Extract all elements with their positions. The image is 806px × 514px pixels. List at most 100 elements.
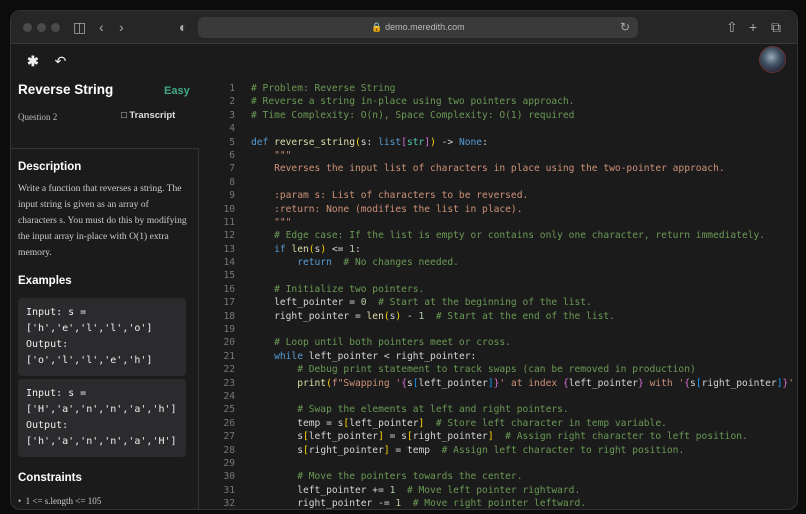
code-line[interactable]: 1# Problem: Reverse String: [211, 82, 798, 95]
url-text: demo.meredith.com: [385, 22, 465, 32]
sidebar-toggle-icon[interactable]: ◫: [73, 18, 86, 36]
code-token: left_pointer: [419, 377, 488, 390]
line-number: 15: [211, 269, 235, 282]
code-line[interactable]: 15: [211, 269, 798, 282]
code-token: ->: [436, 136, 459, 149]
line-number: 8: [211, 176, 235, 189]
maximize-window-button[interactable]: [51, 23, 60, 32]
new-tab-icon[interactable]: +: [749, 18, 757, 36]
code-token: <=: [326, 243, 349, 256]
code-token: left_pointer: [349, 417, 418, 430]
code-token: """: [251, 149, 291, 162]
code-line[interactable]: 17 left_pointer = 0 # Start at the begin…: [211, 296, 798, 309]
code-line[interactable]: 29: [211, 457, 798, 470]
code-token: :return: None (modifies the list in plac…: [251, 203, 522, 216]
code-token: # Store left character in temp variable.: [424, 417, 667, 430]
lock-icon: 🔒: [371, 22, 382, 32]
code-line[interactable]: 20 # Loop until both pointers meet or cr…: [211, 336, 798, 349]
code-line[interactable]: 28 s[right_pointer] = temp # Assign left…: [211, 444, 798, 457]
code-token: # Move the pointers towards the center.: [251, 470, 522, 483]
code-token: print: [251, 377, 326, 390]
code-token: left_pointer: [569, 377, 638, 390]
share-icon[interactable]: ⇧: [726, 18, 738, 36]
problem-panel: Reverse String Easy Question 2 □ Transcr…: [11, 44, 199, 510]
back-icon[interactable]: ‹: [99, 18, 104, 36]
transcript-label: Transcript: [129, 110, 175, 121]
code-line[interactable]: 25 # Swap the elements at left and right…: [211, 403, 798, 416]
tabs-overview-icon[interactable]: ⧉: [771, 18, 781, 36]
code-token: = temp: [390, 444, 430, 457]
code-line[interactable]: 30 # Move the pointers towards the cente…: [211, 470, 798, 483]
chat-bubble-icon: □: [121, 110, 127, 121]
line-number: 17: [211, 296, 235, 309]
line-number: 11: [211, 216, 235, 229]
code-token: right_pointer: [702, 377, 777, 390]
constraint-text: 1 <= s.length <= 105: [26, 496, 102, 506]
code-line[interactable]: 32 right_pointer -= 1 # Move right point…: [211, 497, 798, 510]
code-line[interactable]: 9 :param s: List of characters to be rev…: [211, 189, 798, 202]
code-line[interactable]: 19: [211, 323, 798, 336]
code-line[interactable]: 7 Reverses the input list of characters …: [211, 162, 798, 175]
code-token: left_pointer: [309, 430, 378, 443]
forward-icon[interactable]: ›: [119, 18, 124, 36]
code-line[interactable]: 13 if len(s) <= 1:: [211, 243, 798, 256]
line-number: 29: [211, 457, 235, 470]
code-token: f"Swapping ': [332, 377, 401, 390]
code-line[interactable]: 26 temp = s[left_pointer] # Store left c…: [211, 417, 798, 430]
code-line[interactable]: 31 left_pointer += 1 # Move left pointer…: [211, 484, 798, 497]
reload-icon[interactable]: ↻: [620, 17, 630, 38]
transcript-button[interactable]: □ Transcript: [121, 110, 175, 121]
code-token: """: [251, 216, 291, 229]
code-line[interactable]: 16 # Initialize two pointers.: [211, 283, 798, 296]
code-token: temp = s: [251, 417, 343, 430]
code-line[interactable]: 4: [211, 122, 798, 135]
line-number: 1: [211, 82, 235, 95]
code-line[interactable]: 2# Reverse a string in-place using two p…: [211, 95, 798, 108]
code-token: right_pointer: [309, 444, 384, 457]
line-number: 28: [211, 444, 235, 457]
code-line[interactable]: 6 """: [211, 149, 798, 162]
code-token: left_pointer +=: [251, 484, 390, 497]
code-line[interactable]: 10 :return: None (modifies the list in p…: [211, 203, 798, 216]
line-number: 27: [211, 430, 235, 443]
code-token: None: [459, 136, 482, 149]
code-line[interactable]: 5def reverse_string(s: list[str]) -> Non…: [211, 136, 798, 149]
code-line[interactable]: 23 print(f"Swapping '{s[left_pointer]}' …: [211, 377, 798, 390]
avatar[interactable]: [759, 46, 786, 73]
code-line[interactable]: 21 while left_pointer < right_pointer:: [211, 350, 798, 363]
code-line[interactable]: 27 s[left_pointer] = s[right_pointer] # …: [211, 430, 798, 443]
code-token: if: [251, 243, 291, 256]
address-bar[interactable]: 🔒 demo.meredith.com ↻: [198, 17, 638, 38]
code-token: # Debug print statement to track swaps (…: [251, 363, 696, 376]
line-number: 4: [211, 122, 235, 135]
close-window-button[interactable]: [23, 23, 32, 32]
line-number: 6: [211, 149, 235, 162]
privacy-shield-icon[interactable]: ◐: [179, 18, 187, 36]
line-number: 30: [211, 470, 235, 483]
line-number: 13: [211, 243, 235, 256]
example-block: Input: s = ['H','a','n','n','a','h'] Out…: [18, 379, 186, 457]
description-heading: Description: [18, 161, 81, 173]
code-token: # Loop until both pointers meet or cross…: [251, 336, 511, 349]
code-token: # Start at the end of the list.: [424, 310, 615, 323]
code-line[interactable]: 3# Time Complexity: O(n), Space Complexi…: [211, 109, 798, 122]
minimize-window-button[interactable]: [37, 23, 46, 32]
code-token: len: [367, 310, 384, 323]
line-number: 20: [211, 336, 235, 349]
problem-title: Reverse String: [18, 82, 113, 97]
code-line[interactable]: 22 # Debug print statement to track swap…: [211, 363, 798, 376]
code-token: # Move right pointer leftward.: [401, 497, 586, 510]
code-token: Reverses the input list of characters in…: [251, 162, 725, 175]
code-line[interactable]: 18 right_pointer = len(s) - 1 # Start at…: [211, 310, 798, 323]
line-number: 3: [211, 109, 235, 122]
code-line[interactable]: 8: [211, 176, 798, 189]
code-token: s: [251, 430, 303, 443]
code-token: return: [251, 256, 332, 269]
line-number: 23: [211, 377, 235, 390]
code-line[interactable]: 11 """: [211, 216, 798, 229]
code-line[interactable]: 14 return # No changes needed.: [211, 256, 798, 269]
code-token: len: [291, 243, 308, 256]
code-line[interactable]: 24: [211, 390, 798, 403]
code-line[interactable]: 12 # Edge case: If the list is empty or …: [211, 229, 798, 242]
code-editor[interactable]: 1# Problem: Reverse String2# Reverse a s…: [211, 82, 798, 510]
